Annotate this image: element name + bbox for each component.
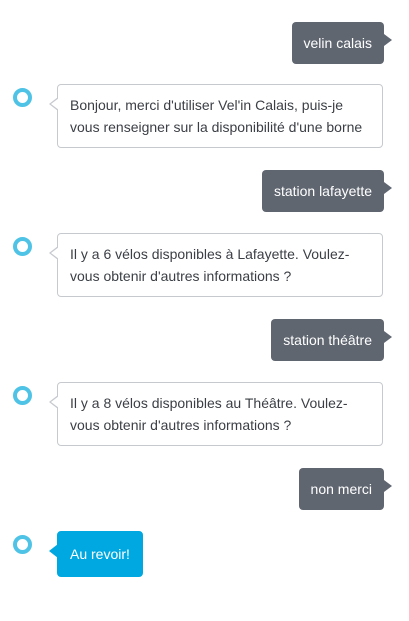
assistant-ring-icon [13, 237, 32, 256]
user-message: station théâtre [271, 319, 392, 361]
user-message: velin calais [291, 22, 393, 64]
assistant-message-highlighted: Au revoir! [49, 531, 143, 577]
assistant-message: Il y a 6 vélos disponibles à Lafayette. … [49, 233, 383, 297]
assistant-ring-icon [13, 386, 32, 405]
user-message: non merci [298, 468, 393, 510]
assistant-message: Bonjour, merci d'utiliser Vel'in Calais,… [49, 84, 383, 148]
assistant-ring-icon [13, 88, 32, 107]
conversation-log: velin calais Bonjour, merci d'utiliser V… [0, 0, 409, 621]
assistant-ring-icon [13, 535, 32, 554]
assistant-message: Il y a 8 vélos disponibles au Théâtre. V… [49, 382, 383, 446]
user-message: station lafayette [261, 170, 393, 212]
